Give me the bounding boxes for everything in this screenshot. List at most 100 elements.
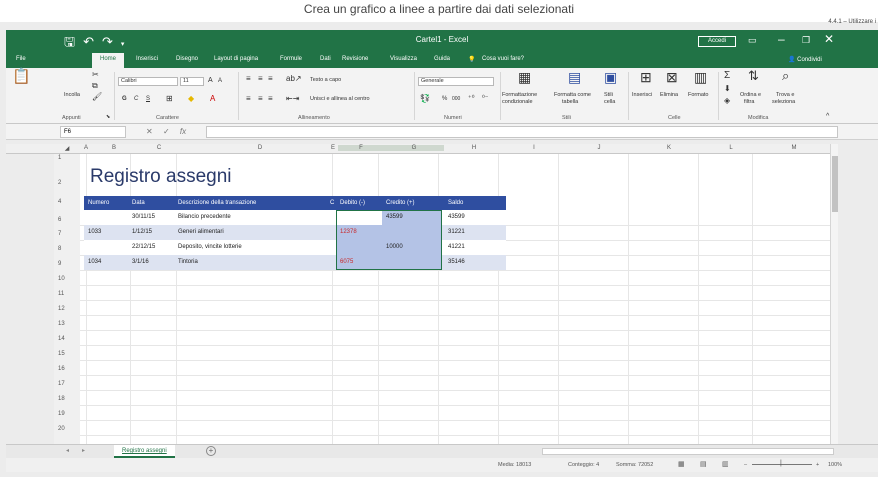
font-name-select[interactable]: Calibri [118, 77, 178, 86]
find-select-label-2[interactable]: seleziona [772, 99, 795, 105]
cell-styles-icon[interactable]: ▣ [604, 70, 617, 84]
column-header-m[interactable]: M [758, 145, 830, 151]
copy-icon[interactable]: ⧉ [92, 81, 98, 91]
column-header-j[interactable]: J [564, 145, 634, 151]
zoom-slider[interactable] [752, 464, 812, 465]
sort-filter-icon[interactable]: ⇅ [748, 69, 759, 82]
font-size-select[interactable]: 11 [180, 77, 204, 86]
cell-descrizione[interactable]: Tintoria [178, 259, 198, 265]
tab-insert[interactable]: Inserisci [136, 56, 158, 62]
row-header[interactable]: 18 [58, 396, 65, 402]
font-color-icon[interactable]: A [210, 94, 215, 104]
column-header-k[interactable]: K [634, 145, 704, 151]
column-header-i[interactable]: I [504, 145, 564, 151]
insert-cells-button[interactable]: Inserisci [632, 92, 652, 98]
italic-button[interactable]: C [134, 96, 138, 102]
column-header-e[interactable]: E [328, 145, 338, 151]
conditional-formatting-icon[interactable]: ▦ [518, 70, 531, 84]
row-header[interactable]: 2 [58, 180, 61, 186]
page-break-view-icon[interactable]: ▥ [722, 460, 729, 468]
sheet-nav-left-icon[interactable]: ◂ [66, 447, 69, 454]
format-as-table-label-2[interactable]: tabella [562, 99, 578, 105]
header-debito[interactable]: Debito (-) [340, 200, 365, 206]
column-header-c[interactable]: C [136, 145, 182, 151]
table-row[interactable]: 1034 3/1/16 Tintoria 6075 35146 [84, 255, 506, 270]
tab-data[interactable]: Dati [320, 56, 331, 62]
tab-home[interactable]: Home [92, 53, 125, 68]
cell-numero[interactable]: 1034 [88, 259, 101, 265]
normal-view-icon[interactable]: ▦ [678, 460, 685, 468]
delete-cells-button[interactable]: Elimina [660, 92, 678, 98]
tab-draw[interactable]: Disegno [176, 56, 198, 62]
row-header[interactable]: 20 [58, 426, 65, 432]
cell-data[interactable]: 22/12/15 [132, 244, 155, 250]
page-layout-view-icon[interactable]: ▤ [700, 460, 707, 468]
cell-descrizione[interactable]: Generi alimentari [178, 229, 224, 235]
insert-function-icon[interactable]: fx [180, 127, 186, 136]
sign-in-button[interactable]: Accedi [698, 36, 736, 47]
row-header[interactable]: 4 [58, 199, 61, 205]
row-header[interactable]: 9 [58, 261, 61, 267]
collapse-ribbon-icon[interactable]: ^ [826, 112, 829, 122]
sheet-tab-registro-assegni[interactable]: Registro assegni [114, 445, 175, 458]
cell-data[interactable]: 1/12/15 [132, 229, 152, 235]
cell-descrizione[interactable]: Bilancio precedente [178, 214, 231, 220]
format-as-table-icon[interactable]: ▤ [568, 70, 581, 84]
conditional-formatting-label-1[interactable]: Formattazione [502, 92, 537, 98]
column-header-f[interactable]: F [338, 145, 384, 151]
sort-filter-label-1[interactable]: Ordina e [740, 92, 761, 98]
close-icon[interactable]: ✕ [824, 32, 834, 46]
orientation-icon[interactable]: ab↗ [286, 74, 302, 84]
row-header[interactable]: 12 [58, 306, 65, 312]
thousands-button[interactable]: 000 [452, 96, 460, 102]
column-header-g[interactable]: G [384, 145, 444, 151]
cell-saldo[interactable]: 31221 [448, 229, 465, 235]
vertical-scrollbar[interactable] [830, 144, 838, 444]
header-descrizione[interactable]: Descrizione della transazione [178, 200, 256, 206]
zoom-level[interactable]: 100% [828, 462, 842, 468]
row-header[interactable]: 11 [58, 291, 64, 297]
cell-data[interactable]: 3/1/16 [132, 259, 149, 265]
increase-decimal-icon[interactable]: ⁺⁰ [468, 94, 475, 104]
tab-formulas[interactable]: Formule [280, 56, 302, 62]
row-header[interactable]: 1 [58, 155, 61, 161]
formula-input[interactable] [206, 126, 838, 138]
select-all-corner[interactable]: ◢ [54, 145, 80, 152]
sort-filter-label-2[interactable]: filtra [744, 99, 754, 105]
borders-icon[interactable]: ⊞ [166, 94, 173, 104]
tab-review[interactable]: Revisione [342, 56, 368, 62]
wrap-text-button[interactable]: Testo a capo [310, 77, 341, 83]
enter-icon[interactable]: ✓ [163, 127, 170, 136]
horizontal-scrollbar[interactable] [542, 448, 834, 455]
paste-icon[interactable]: 📋 [12, 69, 31, 84]
row-header[interactable]: 16 [58, 366, 65, 372]
dialog-launcher-icon[interactable]: ⬊ [106, 112, 110, 122]
number-format-select[interactable]: Generale [418, 77, 494, 86]
align-middle-icon[interactable]: ≡ [258, 74, 263, 84]
header-data[interactable]: Data [132, 200, 145, 206]
format-as-table-label-1[interactable]: Formatta come [554, 92, 591, 98]
row-header[interactable]: 6 [58, 217, 61, 223]
insert-cells-icon[interactable]: ⊞ [640, 70, 652, 84]
header-saldo[interactable]: Saldo [448, 200, 463, 206]
row-header[interactable]: 19 [58, 411, 65, 417]
cut-icon[interactable]: ✂ [92, 70, 99, 80]
minimize-icon[interactable]: – [778, 32, 785, 46]
clear-icon[interactable]: ◈ [724, 96, 730, 106]
fill-color-icon[interactable]: ◆ [188, 94, 194, 104]
indent-icon[interactable]: ⇤⇥ [286, 94, 299, 104]
vertical-scroll-thumb[interactable] [832, 156, 838, 212]
cell-saldo[interactable]: 35146 [448, 259, 465, 265]
row-header[interactable]: 17 [58, 381, 65, 387]
tab-view[interactable]: Visualizza [390, 56, 417, 62]
add-sheet-icon[interactable]: + [206, 446, 216, 456]
autosum-button[interactable]: Σ [724, 70, 730, 81]
header-c[interactable]: C [330, 200, 334, 206]
share-button[interactable]: 👤 Condividi [788, 56, 822, 63]
row-header[interactable]: 15 [58, 351, 65, 357]
cell-data[interactable]: 30/11/15 [132, 214, 155, 220]
paste-button[interactable]: Incolla [64, 92, 80, 98]
zoom-slider-thumb[interactable]: | [780, 460, 782, 467]
cell-styles-label-2[interactable]: cella [604, 99, 615, 105]
align-top-icon[interactable]: ≡ [246, 74, 251, 84]
